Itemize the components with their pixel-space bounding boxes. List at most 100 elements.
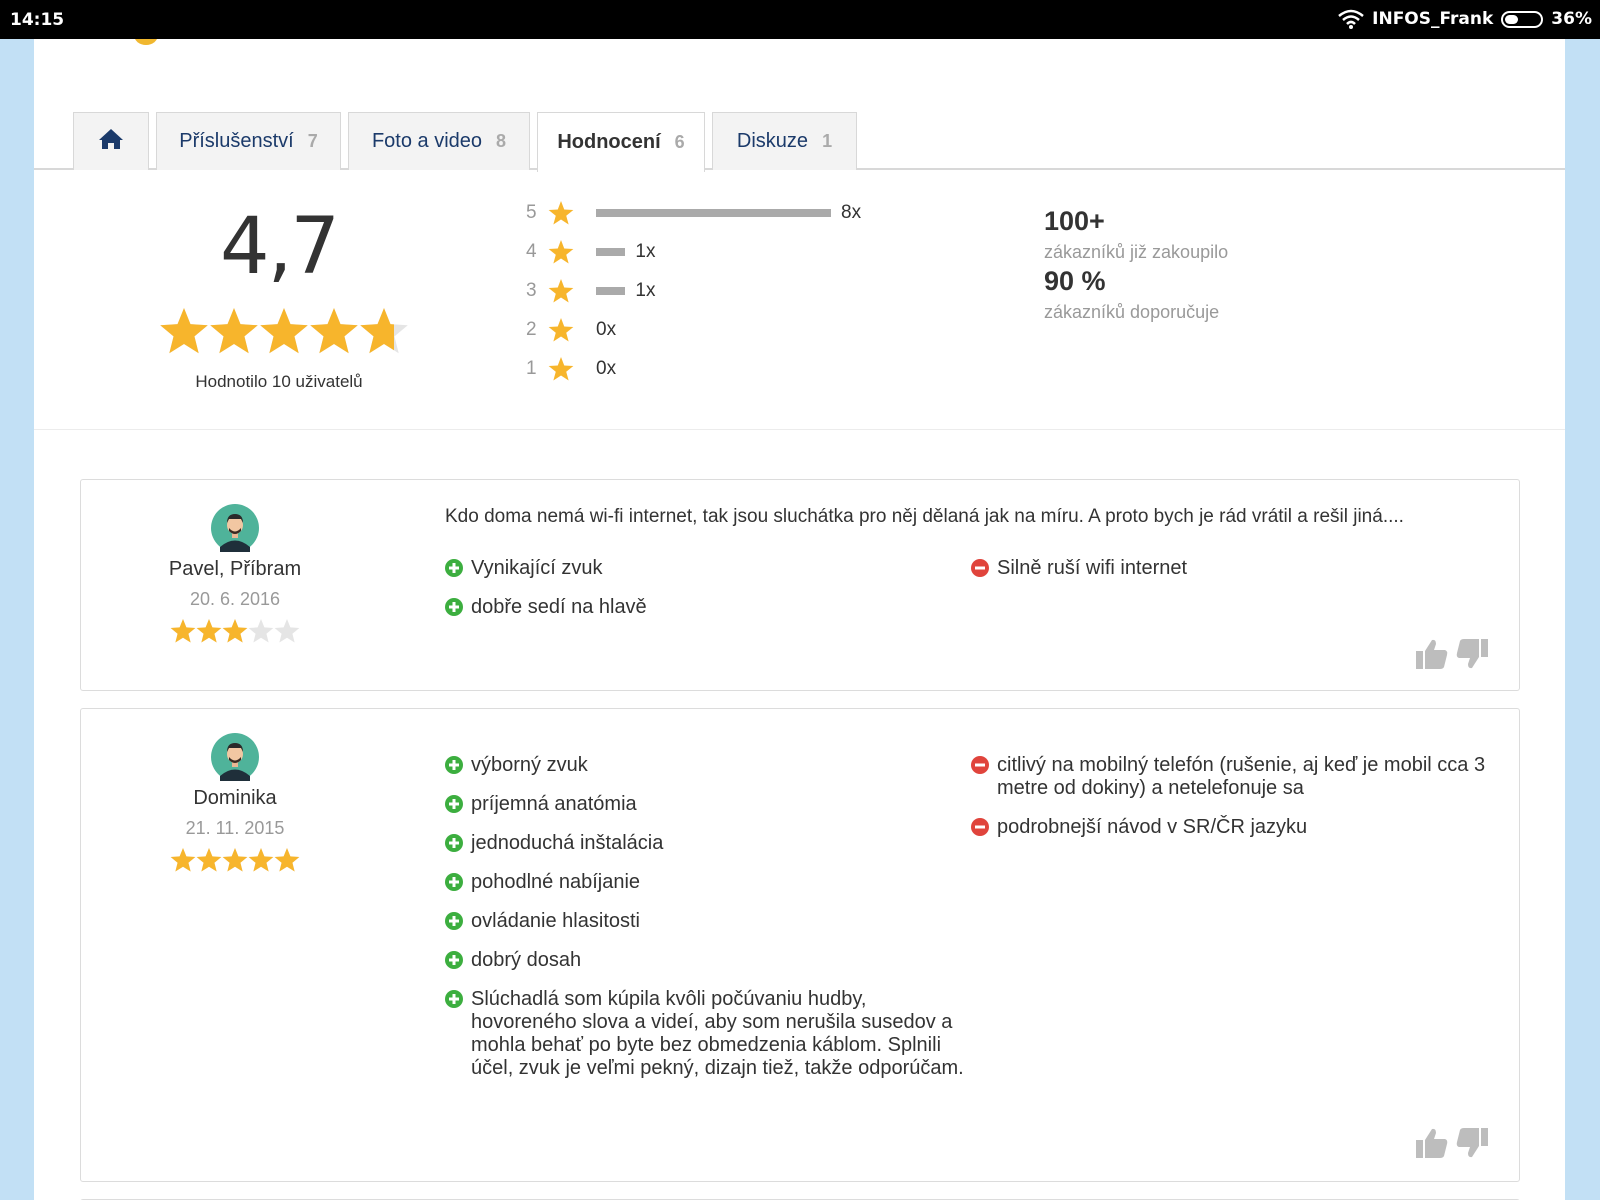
tab-bar: Příslušenství 7 Foto a video 8 Hodnocení… bbox=[34, 39, 1565, 172]
rated-by-count: Hodnotilo 10 uživatelů bbox=[195, 372, 363, 391]
star-icon-filled bbox=[222, 848, 248, 872]
con-text: Silně ruší wifi internet bbox=[997, 557, 1188, 579]
star-icon-filled bbox=[170, 619, 196, 643]
battery-percent: 36% bbox=[1551, 9, 1592, 29]
reviewer: Dominika 21. 11. 2015 bbox=[151, 733, 319, 873]
vote-buttons bbox=[1415, 1127, 1489, 1164]
star-rating bbox=[160, 308, 408, 354]
distribution-row: 4 1x bbox=[526, 237, 655, 267]
con-text: podrobnejší návod v SR/ČR jazyku bbox=[997, 816, 1308, 838]
tab-diskuze[interactable]: Diskuze 1 bbox=[712, 112, 857, 170]
pro-text: jednoduchá inštalácia bbox=[471, 832, 664, 854]
tab-count: 7 bbox=[307, 131, 318, 151]
pro-item: Vynikající zvuk bbox=[445, 557, 965, 580]
battery-icon bbox=[1501, 10, 1544, 28]
customers-bought-value: 100+ bbox=[1044, 206, 1105, 236]
pro-item: jednoduchá inštalácia bbox=[445, 832, 965, 855]
rating-summary: 4,7 Hodnotilo 10 uživatelů 5 8x 4 1x 3 1x 2 0x 1… bbox=[34, 172, 1565, 430]
average-stars bbox=[159, 306, 409, 361]
distribution-count: 0x bbox=[596, 358, 617, 379]
reviewer: Pavel, Příbram 20. 6. 2016 bbox=[151, 504, 319, 644]
distribution-count: 0x bbox=[596, 319, 617, 340]
plus-icon bbox=[445, 795, 463, 813]
con-item: citlivý na mobilný telefón (rušenie, aj … bbox=[971, 754, 1511, 800]
star-icon-filled bbox=[170, 848, 196, 872]
minus-icon bbox=[971, 559, 989, 577]
distribution-row: 3 1x bbox=[526, 276, 655, 306]
tab-hodnoceni[interactable]: Hodnocení 6 bbox=[537, 112, 705, 172]
thumbs-up-icon[interactable] bbox=[1415, 638, 1449, 675]
minus-icon bbox=[971, 818, 989, 836]
star-icon bbox=[548, 279, 574, 303]
pro-item: Slúchadlá som kúpila kvôli počúvaniu hud… bbox=[445, 988, 965, 1080]
thumbs-down-icon[interactable] bbox=[1455, 638, 1489, 675]
pro-text: ovládanie hlasitosti bbox=[471, 910, 640, 932]
star-icon bbox=[548, 318, 574, 342]
tab-label: Příslušenství bbox=[179, 130, 294, 152]
network-name: INFOS_Frank bbox=[1372, 9, 1494, 29]
tab-label: Diskuze bbox=[736, 130, 809, 152]
thumbs-up-icon[interactable] bbox=[1415, 1127, 1449, 1164]
reviewer-name: Pavel, Příbram bbox=[168, 558, 302, 580]
thumbs-down-icon[interactable] bbox=[1455, 1127, 1489, 1164]
review-date: 20. 6. 2016 bbox=[189, 589, 281, 609]
star-icon-filled bbox=[274, 848, 300, 872]
star-icon-filled bbox=[310, 308, 358, 354]
star-icon bbox=[248, 619, 274, 643]
review-card: Dominika 21. 11. 2015 výborný zvuk príjem… bbox=[80, 708, 1520, 1182]
avatar bbox=[211, 504, 259, 552]
pro-item: pohodlné nabíjanie bbox=[445, 871, 965, 894]
status-time: 14:15 bbox=[10, 10, 65, 30]
pro-text: príjemná anatómia bbox=[471, 793, 637, 815]
review-stars bbox=[151, 618, 319, 644]
review-stars bbox=[151, 847, 319, 873]
distribution-stars-label: 5 bbox=[526, 202, 537, 223]
reviewer-name: Dominika bbox=[193, 787, 277, 809]
recommend-value: 90 % bbox=[1044, 266, 1106, 296]
tab-count: 1 bbox=[822, 131, 833, 151]
review-date: 21. 11. 2015 bbox=[185, 818, 285, 838]
distribution-stars-label: 2 bbox=[526, 319, 537, 340]
tab-count: 6 bbox=[674, 132, 685, 152]
home-icon bbox=[98, 128, 124, 156]
page: Příslušenství 7 Foto a video 8 Hodnocení… bbox=[34, 39, 1565, 1200]
pro-text: pohodlné nabíjanie bbox=[471, 871, 641, 893]
tab-prislusenstvi[interactable]: Příslušenství 7 bbox=[156, 112, 341, 170]
pro-text: dobře sedí na hlavě bbox=[471, 596, 647, 618]
star-rating bbox=[170, 619, 300, 643]
plus-icon bbox=[445, 990, 463, 1008]
plus-icon bbox=[445, 951, 463, 969]
star-icon-filled bbox=[248, 848, 274, 872]
star-icon-filled bbox=[222, 619, 248, 643]
con-item: podrobnejší návod v SR/ČR jazyku bbox=[971, 816, 1511, 839]
distribution-bar bbox=[596, 209, 831, 217]
pro-text: Vynikající zvuk bbox=[471, 557, 603, 579]
cons-list: Silně ruší wifi internet bbox=[971, 557, 1511, 596]
distribution-bar bbox=[596, 248, 626, 256]
distribution-count: 1x bbox=[635, 241, 656, 262]
tab-foto-a-video[interactable]: Foto a video 8 bbox=[348, 112, 530, 170]
tab-home[interactable] bbox=[73, 112, 149, 170]
customers-bought-label: zákazníků již zakoupilo bbox=[1044, 242, 1229, 262]
tab-label: Foto a video bbox=[371, 130, 483, 152]
plus-icon bbox=[445, 912, 463, 930]
plus-icon bbox=[445, 834, 463, 852]
con-text: citlivý na mobilný telefón (rušenie, aj … bbox=[997, 754, 1486, 799]
star-icon-filled bbox=[196, 619, 222, 643]
pro-text: Slúchadlá som kúpila kvôli počúvaniu hud… bbox=[471, 988, 964, 1079]
distribution-count: 1x bbox=[635, 280, 656, 301]
plus-icon bbox=[445, 873, 463, 891]
distribution-stars-label: 1 bbox=[526, 358, 537, 379]
minus-icon bbox=[971, 756, 989, 774]
star-icon bbox=[548, 357, 574, 381]
vote-buttons bbox=[1415, 638, 1489, 675]
tab-count: 8 bbox=[496, 131, 507, 151]
star-icon bbox=[548, 240, 574, 264]
plus-icon bbox=[445, 598, 463, 616]
plus-icon bbox=[445, 756, 463, 774]
pro-item: výborný zvuk bbox=[445, 754, 965, 777]
pro-item: ovládanie hlasitosti bbox=[445, 910, 965, 933]
distribution-row: 1 0x bbox=[526, 354, 616, 384]
pro-text: dobrý dosah bbox=[471, 949, 582, 971]
con-item: Silně ruší wifi internet bbox=[971, 557, 1511, 580]
